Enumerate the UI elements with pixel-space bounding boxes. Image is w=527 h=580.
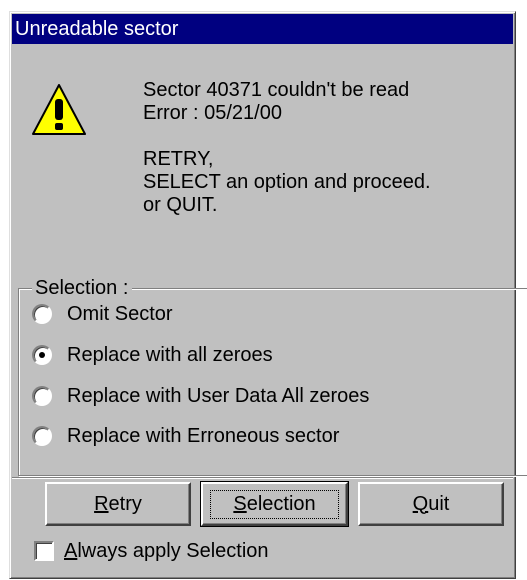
unreadable-sector-dialog: Unreadable sector Sector 40371 couldn't …	[9, 11, 527, 579]
radio-button[interactable]	[32, 426, 52, 446]
radio-label: Omit Sector	[67, 302, 173, 325]
retry-button[interactable]: Retry	[45, 482, 191, 526]
radio-button[interactable]	[32, 345, 52, 365]
quit-button[interactable]: Quit	[358, 482, 504, 526]
checkbox-label: Always apply Selection	[64, 539, 269, 562]
quit-label: Quit	[412, 492, 450, 515]
selection-label: Selection	[233, 492, 316, 515]
error-message: Sector 40371 couldn't be read Error : 05…	[143, 79, 431, 217]
message-select-line: SELECT an option and proceed.	[143, 171, 431, 193]
radio-omit-sector[interactable]: Omit Sector	[32, 300, 173, 328]
radio-label: Replace with User Data All zeroes	[67, 384, 370, 407]
retry-label: Retry	[94, 492, 142, 515]
selection-legend: Selection :	[32, 275, 133, 301]
checkbox[interactable]	[34, 541, 54, 561]
title-bar[interactable]: Unreadable sector	[12, 14, 513, 44]
radio-button[interactable]	[32, 386, 52, 406]
message-sector-line: Sector 40371 couldn't be read	[143, 79, 410, 101]
divider	[12, 477, 513, 479]
radio-label: Replace with all zeroes	[67, 343, 273, 366]
warning-icon	[32, 84, 86, 135]
radio-replace-all-zeroes[interactable]: Replace with all zeroes	[32, 341, 273, 369]
message-retry-line: RETRY,	[143, 148, 214, 170]
selection-button[interactable]: Selection	[200, 481, 349, 527]
radio-replace-user-data[interactable]: Replace with User Data All zeroes	[32, 382, 369, 410]
window-title: Unreadable sector	[15, 18, 179, 40]
always-apply-selection-checkbox[interactable]: Always apply Selection	[34, 538, 269, 564]
radio-replace-erroneous[interactable]: Replace with Erroneous sector	[32, 422, 339, 450]
message-error-line: Error : 05/21/00	[143, 102, 282, 124]
message-quit-line: or QUIT.	[143, 194, 218, 216]
radio-label: Replace with Erroneous sector	[67, 424, 340, 447]
radio-button[interactable]	[32, 304, 52, 324]
